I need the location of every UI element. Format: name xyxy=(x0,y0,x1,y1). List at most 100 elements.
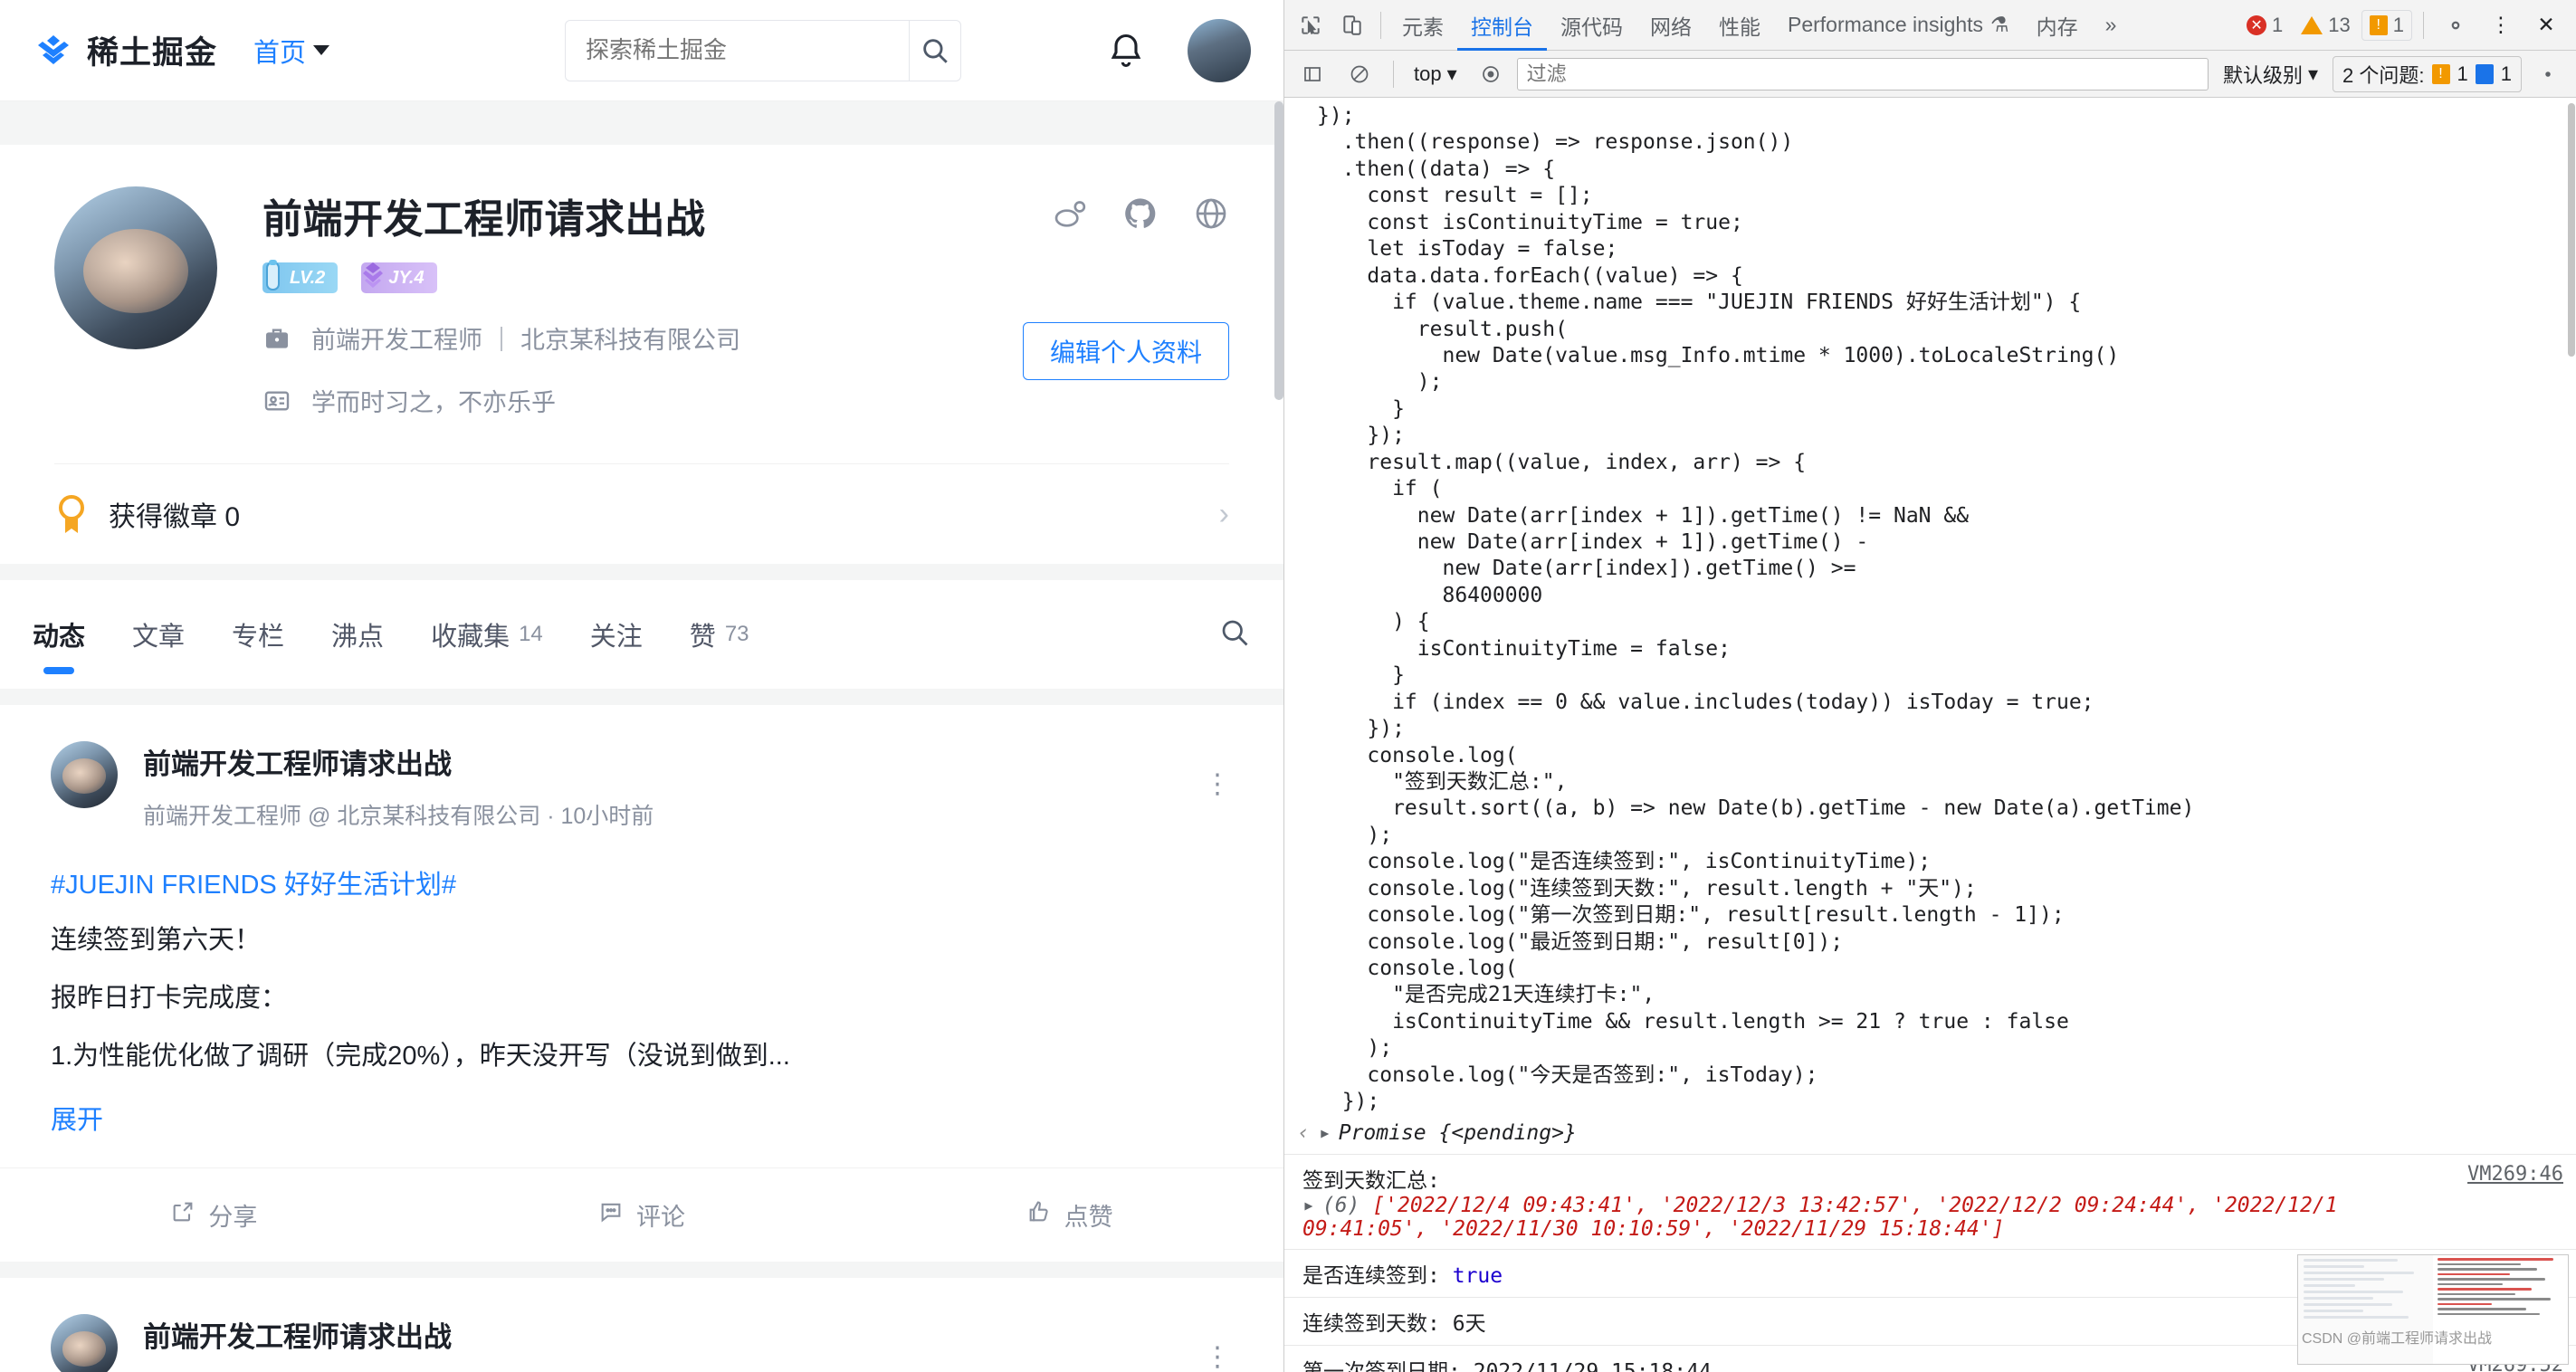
tab-memory[interactable]: 内存 xyxy=(2023,0,2092,51)
search-button[interactable] xyxy=(909,20,960,81)
level-badge[interactable]: LV.2 xyxy=(262,260,339,293)
log-level-selector[interactable]: 默认级别 ▾ xyxy=(2214,60,2327,89)
console-log-text: 第一次签到日期: 2022/11/29 15:18:44 xyxy=(1302,1354,2455,1372)
code-line: ) { xyxy=(1317,610,1430,634)
navbar-right xyxy=(1106,18,1251,82)
issues-summary[interactable]: 2 个问题: ! 1 1 xyxy=(2333,55,2522,92)
more-vertical-icon[interactable]: ⋮ xyxy=(1204,1341,1233,1372)
comment-icon xyxy=(598,1199,624,1231)
notification-bell-icon[interactable] xyxy=(1106,30,1146,71)
tab-console[interactable]: 控制台 xyxy=(1457,0,1547,51)
array-item: '2022/11/29 15:18:44' xyxy=(1728,1216,1992,1241)
edit-profile-button[interactable]: 编辑个人资料 xyxy=(1023,322,1229,380)
weibo-icon[interactable] xyxy=(1052,195,1088,236)
thumbnail-left-pane xyxy=(2298,1255,2433,1364)
avatar[interactable] xyxy=(51,1314,118,1372)
execution-context-selector[interactable]: top ▾ xyxy=(1407,62,1465,86)
tab-guanzhu[interactable]: 关注 xyxy=(590,580,643,689)
console-sidebar-icon[interactable] xyxy=(1292,53,1333,95)
site-logo[interactable]: 稀土掘金 xyxy=(33,27,217,73)
issue-count-badge[interactable]: ! 1 xyxy=(2361,9,2412,41)
share-icon xyxy=(170,1199,196,1231)
code-line: console.log("最近签到日期:", result[0]); xyxy=(1317,929,1844,954)
tab-network[interactable]: 网络 xyxy=(1636,0,1705,51)
post-topic-link[interactable]: #JUEJIN FRIENDS 好好生活计划# xyxy=(51,863,1233,901)
expand-triangle-icon[interactable]: ▸ xyxy=(1319,1121,1331,1145)
profile-social-links xyxy=(1052,195,1229,236)
chevron-down-icon: ▾ xyxy=(2307,62,2319,85)
live-expression-icon[interactable] xyxy=(1470,53,1512,95)
tab-wenzhang[interactable]: 文章 xyxy=(132,580,185,689)
medal-icon xyxy=(54,493,89,535)
tab-sources[interactable]: 源代码 xyxy=(1547,0,1636,51)
console-settings-icon[interactable] xyxy=(2527,53,2569,95)
nav-item-home[interactable]: 首页 xyxy=(253,32,330,70)
post-line: 报昨日打卡完成度： xyxy=(51,984,288,1014)
search-input[interactable] xyxy=(566,20,910,81)
close-icon[interactable]: ✕ xyxy=(2525,5,2567,46)
like-label: 点赞 xyxy=(1064,1204,1113,1232)
log-source-link[interactable]: VM269:46 xyxy=(2467,1163,2563,1186)
post-expand-link[interactable]: 展开 xyxy=(51,1099,103,1137)
share-button[interactable]: 分享 xyxy=(0,1197,428,1233)
more-vertical-icon[interactable]: ⋮ xyxy=(2480,5,2522,46)
medal-row[interactable]: 获得徽章 0 › xyxy=(0,464,1283,564)
badges-divider xyxy=(2423,11,2424,39)
comment-label: 评论 xyxy=(636,1204,685,1232)
clear-console-icon[interactable] xyxy=(1339,53,1380,95)
tab-count: 14 xyxy=(519,622,543,646)
page-thumbnail-overlay: CSDN @前端工程师请求出战 xyxy=(2297,1254,2569,1365)
chevron-down-icon: ▾ xyxy=(1446,62,1457,85)
issue-warning-icon: ! xyxy=(2431,63,2450,84)
code-line: .then((data) => { xyxy=(1317,157,1556,181)
tab-performance[interactable]: 性能 xyxy=(1705,0,1774,51)
profile-avatar[interactable] xyxy=(54,186,217,349)
gear-icon[interactable] xyxy=(2435,5,2476,46)
inspect-element-icon[interactable] xyxy=(1290,5,1331,46)
like-button[interactable]: 点赞 xyxy=(855,1197,1283,1233)
avatar[interactable] xyxy=(51,741,118,808)
github-icon[interactable] xyxy=(1122,195,1159,236)
console-scrollbar[interactable] xyxy=(2567,98,2576,1372)
console-output[interactable]: }); .then((response) => response.json())… xyxy=(1284,98,2576,1372)
console-filter-input[interactable] xyxy=(1516,57,2209,91)
toolbar-divider xyxy=(1393,60,1394,88)
avatar[interactable] xyxy=(1188,18,1251,82)
post-subtitle: 前端开发工程师 @ 北京某科技有限公司 · 10小时前 xyxy=(143,804,654,829)
error-count-badge[interactable]: ✕ 1 xyxy=(2239,11,2290,40)
device-toolbar-icon[interactable] xyxy=(1331,5,1373,46)
power-badge[interactable]: JY.4 xyxy=(361,262,437,293)
code-line: "签到天数汇总:", xyxy=(1317,769,1568,794)
website-icon[interactable] xyxy=(1193,195,1229,236)
expand-triangle-icon[interactable]: ▸ xyxy=(1302,1194,1315,1217)
tab-zhuanlan[interactable]: 专栏 xyxy=(232,580,284,689)
tab-zan[interactable]: 赞 73 xyxy=(690,580,749,689)
code-line: }); xyxy=(1317,717,1405,741)
code-line: console.log("是否连续签到:", isContinuityTime)… xyxy=(1317,850,1932,874)
more-vertical-icon[interactable]: ⋮ xyxy=(1204,768,1233,800)
log-label: 连续签到天数: xyxy=(1302,1311,1440,1336)
tab-label: 收藏集 xyxy=(431,623,510,652)
log-label: 第一次签到日期: xyxy=(1302,1359,1461,1372)
tab-shoucangji[interactable]: 收藏集 14 xyxy=(431,580,543,689)
app-root: 稀土掘金 首页 探索稀土掘金 前端开发工程师请求出战 LV.2 JY.4 前端开… xyxy=(0,0,2576,1372)
tab-search-icon[interactable] xyxy=(1218,616,1251,653)
tab-dongtai[interactable]: 动态 xyxy=(33,580,85,689)
warning-count-badge[interactable]: 13 xyxy=(2294,11,2357,40)
scroll-thumb[interactable] xyxy=(2568,103,2575,357)
profile-body: 前端开发工程师请求出战 LV.2 JY.4 前端开发工程师 ｜ 北京某科技有限公… xyxy=(0,145,1283,436)
id-card-icon xyxy=(262,386,291,415)
tab-elements[interactable]: 元素 xyxy=(1388,0,1457,51)
tab-performance-insights[interactable]: Performance insights ⚗ xyxy=(1774,0,2023,51)
array-item: '2022/12/3 13:42:57' xyxy=(1660,1193,1912,1217)
profile-card: 前端开发工程师请求出战 LV.2 JY.4 前端开发工程师 ｜ 北京某科技有限公… xyxy=(0,145,1283,564)
post-author: 前端开发工程师请求出战 xyxy=(143,1321,452,1354)
log-level-value: 默认级别 xyxy=(2222,63,2303,87)
toolbar-divider xyxy=(1380,11,1381,39)
comment-button[interactable]: 评论 xyxy=(428,1197,856,1233)
tab-feidian[interactable]: 沸点 xyxy=(331,580,384,689)
tab-overflow-button[interactable]: » xyxy=(2092,0,2131,51)
issue-info-icon xyxy=(2475,63,2494,84)
post-line: 连续签到第六天！ xyxy=(51,926,262,955)
page-gap xyxy=(0,101,1283,145)
